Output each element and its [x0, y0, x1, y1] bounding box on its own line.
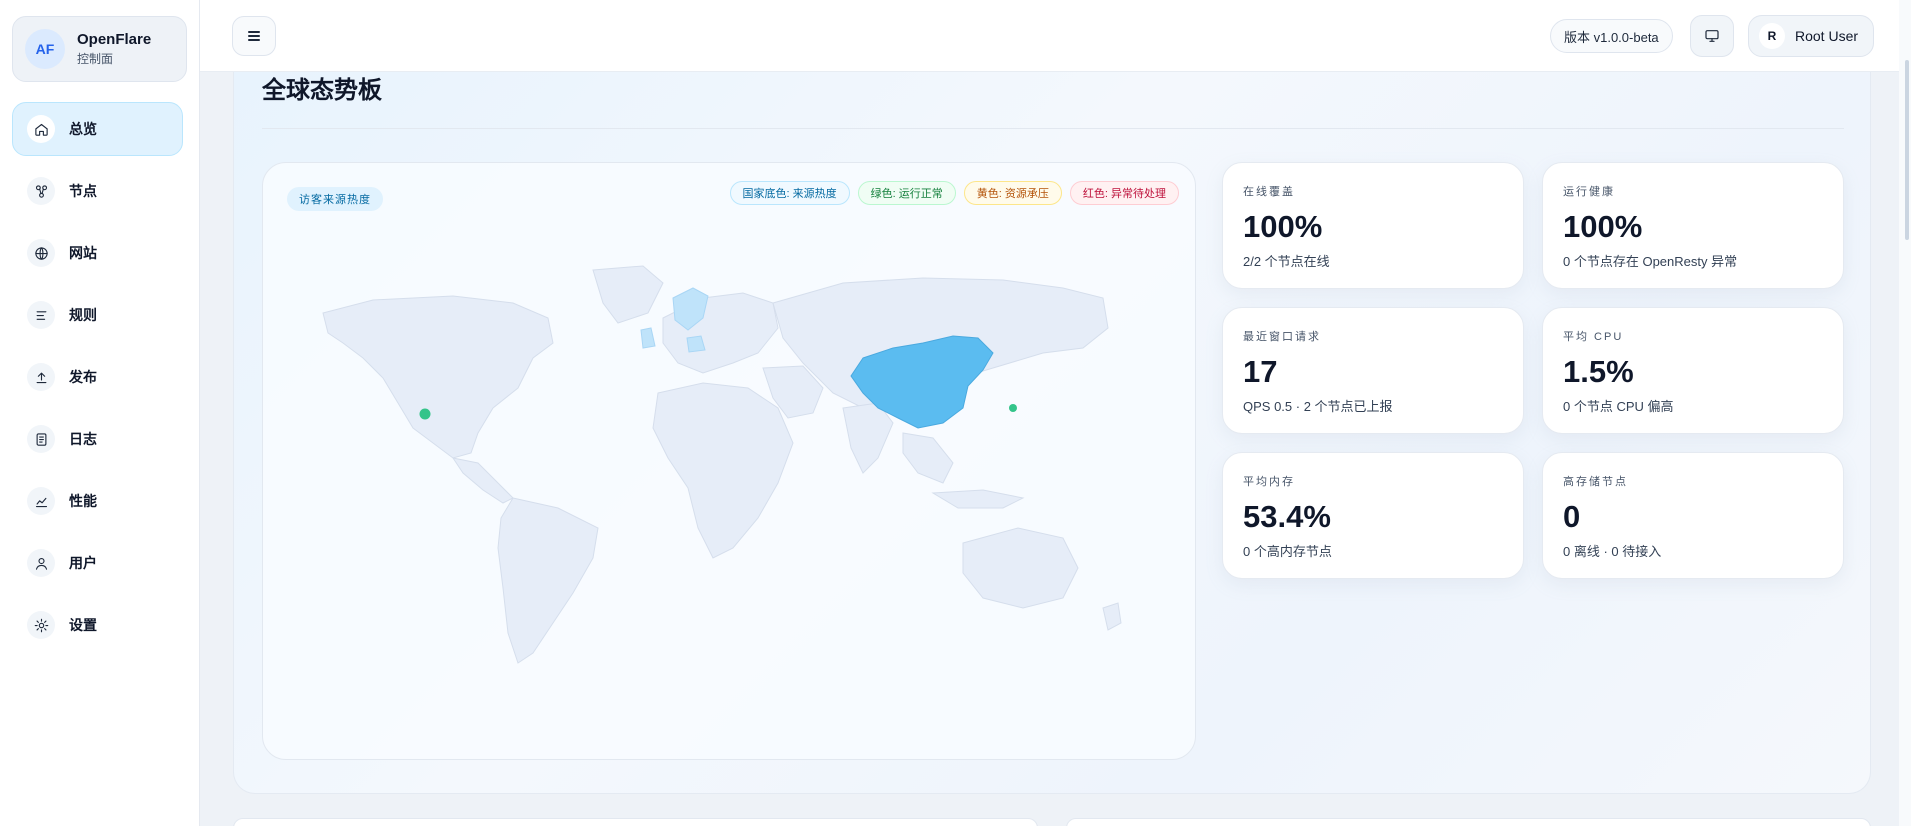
- sidebar-item-overview[interactable]: 总览: [12, 102, 183, 156]
- stat-card-health: 运行健康 100% 0 个节点存在 OpenResty 异常: [1542, 162, 1844, 289]
- sidebar-item-label: 用户: [69, 555, 97, 571]
- version-badge: 版本 v1.0.0-beta: [1550, 19, 1673, 53]
- brand-avatar: AF: [25, 29, 65, 69]
- upload-icon: [27, 363, 55, 391]
- user-name: Root User: [1795, 28, 1859, 44]
- stat-desc: 0 离线 · 0 待接入: [1563, 544, 1662, 559]
- stat-card-requests: 最近窗口请求 17 QPS 0.5 · 2 个节点已上报: [1222, 307, 1524, 434]
- page-scrollbar-thumb[interactable]: [1905, 60, 1909, 240]
- brand-name: OpenFlare: [77, 31, 152, 48]
- hamburger-icon: [248, 31, 260, 41]
- stats-grid: 在线覆盖 100% 2/2 个节点在线 运行健康 100% 0 个节点存在 Op…: [1222, 162, 1844, 579]
- region-southeast-asia[interactable]: [902, 432, 954, 484]
- region-australia[interactable]: [962, 527, 1079, 609]
- stat-label: 平均内存: [1243, 476, 1295, 488]
- legend-pressure: 黄色: 资源承压: [963, 181, 1062, 205]
- map-badge: 访客来源热度: [287, 187, 383, 211]
- topbar: 版本 v1.0.0-beta R Root User: [200, 0, 1911, 72]
- world-map[interactable]: [303, 258, 1163, 698]
- sidebar: AF OpenFlare 控制面 总览 节点 网站 规则 发布 日志 性能 用户…: [0, 0, 200, 826]
- region-africa[interactable]: [652, 382, 794, 559]
- sidebar-item-websites[interactable]: 网站: [12, 226, 183, 280]
- sidebar-item-performance[interactable]: 性能: [12, 474, 183, 528]
- stat-label: 在线覆盖: [1243, 186, 1295, 198]
- stat-card-memory: 平均内存 53.4% 0 个高内存节点: [1222, 452, 1524, 579]
- stat-desc: 0 个节点 CPU 偏高: [1563, 399, 1674, 414]
- lower-card-right: [1066, 818, 1871, 826]
- home-icon: [27, 115, 55, 143]
- legend-healthy: 绿色: 运行正常: [857, 181, 956, 205]
- sidebar-item-rules[interactable]: 规则: [12, 288, 183, 342]
- region-india[interactable]: [842, 402, 894, 474]
- sidebar-item-label: 规则: [69, 307, 97, 323]
- legend-heat: 国家底色: 来源热度: [729, 181, 850, 205]
- stat-value: 17: [1243, 354, 1278, 389]
- sidebar-item-nodes[interactable]: 节点: [12, 164, 183, 218]
- display-mode-button[interactable]: [1690, 15, 1734, 57]
- region-central-america[interactable]: [451, 457, 514, 504]
- monitor-icon: [1705, 30, 1719, 42]
- stat-card-storage: 高存储节点 0 0 离线 · 0 待接入: [1542, 452, 1844, 579]
- stat-card-online-coverage: 在线覆盖 100% 2/2 个节点在线: [1222, 162, 1524, 289]
- sidebar-item-logs[interactable]: 日志: [12, 412, 183, 466]
- sidebar-item-label: 设置: [69, 617, 97, 633]
- brand-text: OpenFlare 控制面: [77, 31, 151, 67]
- region-new-zealand[interactable]: [1102, 602, 1122, 631]
- stat-label: 最近窗口请求: [1243, 331, 1321, 343]
- menu-toggle-button[interactable]: [232, 16, 276, 56]
- chart-line-icon: [27, 487, 55, 515]
- node-marker-us-west[interactable]: [419, 408, 431, 420]
- world-map-card: 访客来源热度 国家底色: 来源热度 绿色: 运行正常 黄色: 资源承压 红色: …: [262, 162, 1196, 760]
- stat-desc: 0 个高内存节点: [1243, 544, 1332, 559]
- region-uk[interactable]: [640, 327, 656, 349]
- stat-desc: QPS 0.5 · 2 个节点已上报: [1243, 399, 1393, 414]
- stat-label: 高存储节点: [1563, 476, 1628, 488]
- user-menu-button[interactable]: R Root User: [1748, 15, 1874, 57]
- lower-card-left: [233, 818, 1038, 826]
- stat-value: 100%: [1243, 209, 1323, 244]
- document-icon: [27, 425, 55, 453]
- nodes-icon: [27, 177, 55, 205]
- sidebar-item-settings[interactable]: 设置: [12, 598, 183, 652]
- gear-icon: [27, 611, 55, 639]
- region-indonesia[interactable]: [931, 489, 1025, 509]
- stat-card-cpu: 平均 CPU 1.5% 0 个节点 CPU 偏高: [1542, 307, 1844, 434]
- sidebar-item-users[interactable]: 用户: [12, 536, 183, 590]
- region-north-america[interactable]: [322, 295, 554, 459]
- page-title: 全球态势板: [262, 77, 382, 104]
- region-south-america[interactable]: [497, 497, 599, 664]
- map-legend: 国家底色: 来源热度 绿色: 运行正常 黄色: 资源承压 红色: 异常待处理: [729, 181, 1179, 205]
- brand-subtitle: 控制面: [77, 52, 114, 66]
- legend-abnormal: 红色: 异常待处理: [1069, 181, 1179, 205]
- user-icon: [27, 549, 55, 577]
- list-icon: [27, 301, 55, 329]
- stat-value: 0: [1563, 499, 1581, 534]
- region-greenland[interactable]: [592, 265, 664, 324]
- stat-label: 平均 CPU: [1563, 331, 1624, 343]
- sidebar-nav: 总览 节点 网站 规则 发布 日志 性能 用户 设置: [12, 102, 183, 660]
- stat-desc: 2/2 个节点在线: [1243, 254, 1330, 269]
- sidebar-item-label: 性能: [69, 493, 97, 509]
- stat-label: 运行健康: [1563, 186, 1615, 198]
- stat-value: 100%: [1563, 209, 1643, 244]
- stat-value: 1.5%: [1563, 354, 1634, 389]
- stat-desc: 0 个节点存在 OpenResty 异常: [1563, 254, 1738, 269]
- node-marker-japan[interactable]: [1009, 404, 1017, 412]
- sidebar-item-label: 总览: [69, 121, 97, 137]
- sidebar-item-label: 发布: [69, 369, 97, 385]
- global-dashboard-panel: 全球态势板 访客来源热度 国家底色: 来源热度 绿色: 运行正常 黄色: 资源承…: [233, 72, 1871, 794]
- sidebar-item-label: 网站: [69, 245, 97, 261]
- brand-card[interactable]: AF OpenFlare 控制面: [12, 16, 187, 82]
- sidebar-item-label: 日志: [69, 431, 97, 447]
- globe-icon: [27, 239, 55, 267]
- sidebar-item-publish[interactable]: 发布: [12, 350, 183, 404]
- sidebar-item-label: 节点: [69, 183, 97, 199]
- title-divider: [262, 128, 1844, 129]
- user-avatar: R: [1759, 23, 1785, 49]
- stat-value: 53.4%: [1243, 499, 1331, 534]
